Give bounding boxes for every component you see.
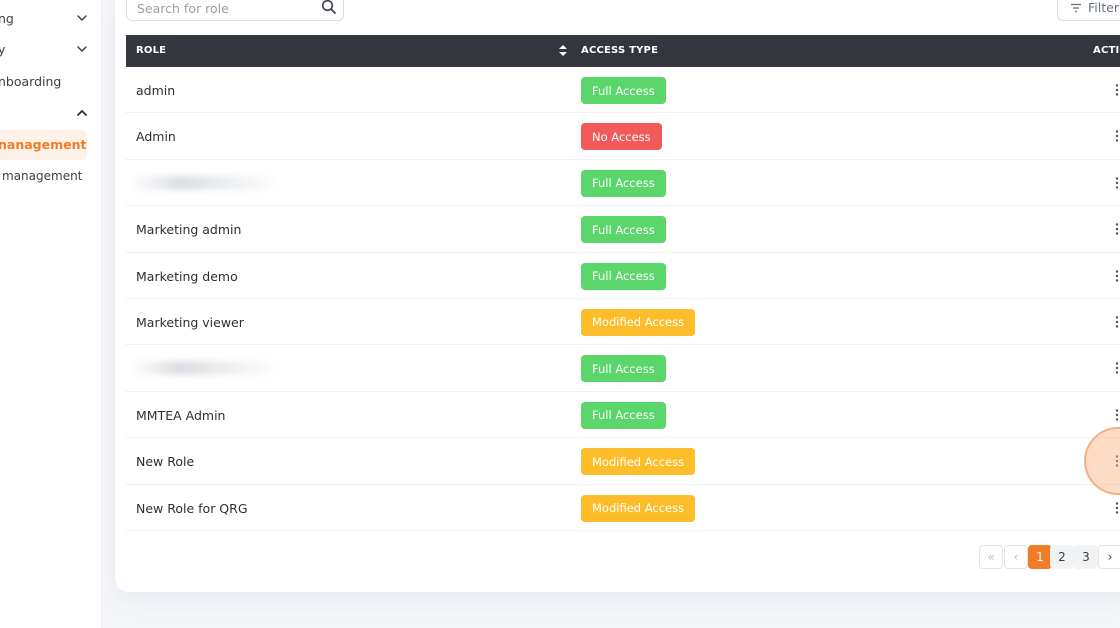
table-header: ROLE ACCESS TYPE ACTIO	[126, 35, 1120, 67]
next-page-button[interactable]: ›	[1098, 545, 1120, 569]
more-vertical-icon[interactable]	[1114, 176, 1120, 190]
more-vertical-icon[interactable]	[1114, 269, 1120, 283]
sidebar-active-label: nanagement	[0, 137, 87, 152]
access-badge: Full Access	[581, 262, 666, 290]
column-header-action: ACTIO	[1093, 45, 1120, 56]
table-row: Full Access	[126, 345, 1120, 392]
sidebar-sub-item-label[interactable]: management	[2, 169, 82, 183]
role-name: admin	[136, 83, 176, 98]
chevron-down-icon[interactable]	[75, 11, 89, 25]
role-name: Marketing viewer	[136, 314, 244, 330]
access-badge: No Access	[581, 123, 662, 151]
search-input[interactable]	[137, 1, 317, 16]
table-row: New Role Modified Access	[126, 438, 1120, 485]
redacted-role-name	[130, 175, 280, 190]
redacted-role-name	[130, 361, 280, 376]
sidebar-group-toggle[interactable]	[0, 98, 89, 128]
chevron-down-icon[interactable]	[75, 42, 89, 56]
access-badge: Full Access	[581, 77, 666, 104]
sidebar-item-label: ng	[0, 10, 14, 26]
page-button-2[interactable]: 2	[1050, 545, 1074, 569]
more-vertical-icon[interactable]	[1114, 129, 1120, 143]
table-row: Full Access	[126, 160, 1120, 207]
filter-label: Filter	[1088, 0, 1119, 15]
table-row: Admin No Access	[126, 113, 1120, 160]
filter-button[interactable]: Filter	[1057, 0, 1120, 21]
access-badge: Full Access	[581, 355, 666, 383]
role-name: MMTEA Admin	[136, 407, 226, 423]
role-name: New Role	[136, 454, 195, 470]
access-badge: Full Access	[581, 216, 666, 244]
sidebar-item-3[interactable]: nboarding	[0, 66, 89, 96]
first-page-button[interactable]: «	[979, 545, 1003, 569]
more-vertical-icon[interactable]	[1114, 222, 1120, 236]
table-row: Marketing admin Full Access	[126, 206, 1120, 253]
more-vertical-icon[interactable]	[1114, 315, 1120, 329]
table-body: admin Full Access Admin No Access Full A…	[126, 67, 1120, 531]
filter-icon	[1070, 3, 1082, 13]
chevron-up-icon[interactable]	[75, 106, 89, 120]
more-vertical-icon[interactable]	[1114, 83, 1120, 97]
table-row: New Role for QRG Modified Access	[126, 485, 1120, 531]
access-badge: Modified Access	[581, 448, 696, 476]
more-vertical-icon[interactable]	[1114, 408, 1120, 422]
sidebar-item-1[interactable]: ng	[0, 3, 89, 33]
search-box	[126, 0, 344, 21]
table-row: Marketing demo Full Access	[126, 253, 1120, 299]
column-header-role[interactable]: ROLE	[136, 45, 166, 56]
access-badge: Modified Access	[581, 308, 696, 336]
sidebar: ng y nboarding nanagement management	[0, 0, 102, 628]
role-name: Marketing demo	[136, 268, 238, 284]
role-name: Marketing admin	[136, 222, 242, 238]
role-name: Admin	[136, 129, 176, 145]
page-button-3[interactable]: 3	[1074, 545, 1098, 569]
column-header-access-type: ACCESS TYPE	[581, 45, 659, 56]
sidebar-item-label: nboarding	[0, 73, 62, 89]
table-row: Marketing viewer Modified Access	[126, 299, 1120, 346]
access-badge: Modified Access	[581, 494, 696, 522]
sidebar-item-label: y	[0, 42, 5, 57]
page-button-1[interactable]: 1	[1028, 545, 1052, 569]
sidebar-item-2[interactable]: y	[0, 34, 89, 64]
table-row: MMTEA Admin Full Access	[126, 392, 1120, 439]
access-badge: Full Access	[581, 169, 666, 197]
search-icon[interactable]	[321, 0, 337, 19]
prev-page-button[interactable]: ‹	[1004, 545, 1028, 569]
access-badge: Full Access	[581, 401, 666, 429]
table-row: admin Full Access	[126, 67, 1120, 114]
role-name: New Role for QRG	[136, 500, 248, 516]
more-vertical-icon[interactable]	[1114, 501, 1120, 515]
more-vertical-icon[interactable]	[1114, 361, 1120, 375]
sort-icon[interactable]	[559, 45, 567, 59]
